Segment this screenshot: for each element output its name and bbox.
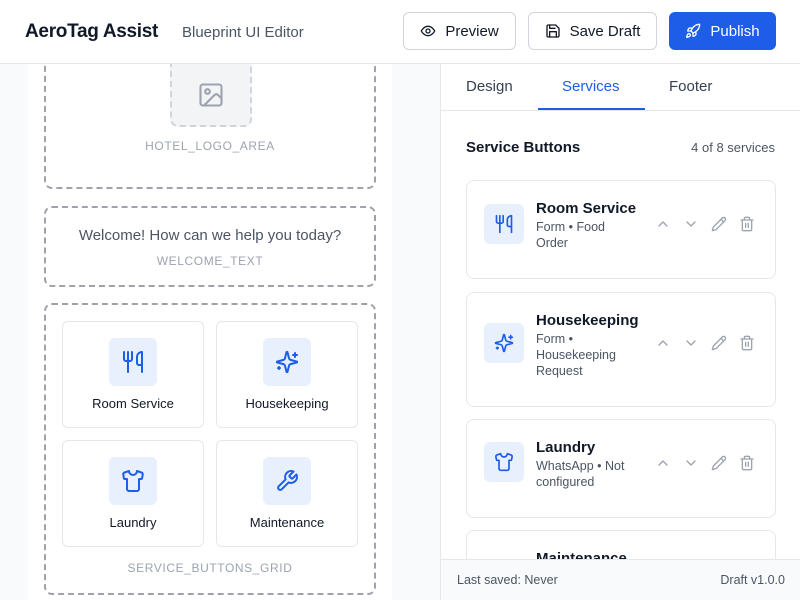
- service-tile-maintenance[interactable]: Maintenance: [216, 440, 358, 547]
- last-saved-status: Last saved: Never: [457, 573, 558, 587]
- utensils-icon: [123, 351, 143, 373]
- preview-button-label: Preview: [445, 22, 499, 40]
- section-title: Service Buttons: [466, 139, 581, 156]
- service-card-room-service[interactable]: Room Service Form • Food Order: [466, 180, 776, 279]
- properties-panel: Design Services Footer Service Buttons 4…: [440, 64, 800, 600]
- preview-button[interactable]: Preview: [403, 12, 516, 50]
- app-header: AeroTag Assist Blueprint UI Editor Previ…: [0, 0, 800, 64]
- trash-icon: [740, 335, 754, 351]
- move-up-button[interactable]: [655, 335, 671, 351]
- trash-icon: [740, 216, 754, 232]
- move-down-button[interactable]: [683, 455, 699, 471]
- wrench-icon: [277, 470, 298, 491]
- card-icon-bg: [484, 442, 524, 482]
- zone-label: WELCOME_TEXT: [156, 254, 264, 268]
- zone-label: HOTEL_LOGO_AREA: [145, 139, 275, 153]
- service-tile-laundry[interactable]: Laundry: [62, 440, 204, 547]
- sparkles-icon: [275, 350, 299, 374]
- chevron-up-icon: [658, 221, 668, 227]
- sparkles-icon: [494, 333, 514, 353]
- shirt-icon: [122, 470, 144, 492]
- eye-icon: [420, 25, 436, 37]
- tab-services[interactable]: Services: [562, 78, 620, 95]
- service-tile-room-service[interactable]: Room Service: [62, 321, 204, 428]
- tile-label: Maintenance: [249, 515, 325, 530]
- publish-button[interactable]: Publish: [669, 12, 776, 50]
- card-actions: [655, 335, 755, 351]
- shirt-icon: [495, 452, 513, 472]
- tile-icon-bg: [263, 457, 311, 505]
- card-actions: [655, 216, 755, 232]
- trash-icon: [740, 455, 754, 471]
- panel-tabs: Design Services Footer: [441, 64, 800, 111]
- card-icon-bg: [484, 323, 524, 363]
- save-icon: [545, 24, 560, 38]
- active-tab-indicator: [538, 108, 645, 110]
- welcome-text: Welcome! How can we help you today?: [78, 227, 342, 244]
- rocket-icon: [686, 23, 701, 38]
- service-card-laundry[interactable]: Laundry WhatsApp • Not configured: [466, 419, 776, 518]
- card-title: Housekeeping: [536, 312, 639, 329]
- pencil-icon: [711, 216, 727, 232]
- card-title: Laundry: [536, 439, 596, 456]
- delete-button[interactable]: [739, 455, 755, 471]
- service-card-housekeeping[interactable]: Housekeeping Form • Housekeeping Request: [466, 292, 776, 407]
- tab-design[interactable]: Design: [466, 78, 513, 95]
- card-title: Room Service: [536, 200, 637, 217]
- delete-button[interactable]: [739, 335, 755, 351]
- service-count: 4 of 8 services: [691, 140, 775, 155]
- version-label: Draft v1.0.0: [720, 573, 785, 587]
- edit-button[interactable]: [711, 335, 727, 351]
- logo-placeholder[interactable]: [170, 64, 252, 127]
- chevron-up-icon: [658, 460, 668, 466]
- card-actions: [655, 455, 755, 471]
- card-subtitle: Form • Housekeeping Request: [536, 332, 616, 378]
- card-subtitle: Form • Food Order: [536, 220, 605, 250]
- canvas-page: HOTEL_LOGO_AREA Welcome! How can we help…: [28, 64, 392, 600]
- card-icon-bg: [484, 204, 524, 244]
- pencil-icon: [711, 335, 727, 351]
- edit-button[interactable]: [711, 455, 727, 471]
- app-subtitle: Blueprint UI Editor: [182, 24, 304, 41]
- save-draft-button-label: Save Draft: [569, 22, 641, 40]
- move-up-button[interactable]: [655, 216, 671, 232]
- move-up-button[interactable]: [655, 455, 671, 471]
- service-tile-housekeeping[interactable]: Housekeeping: [216, 321, 358, 428]
- publish-button-label: Publish: [710, 22, 760, 40]
- edit-button[interactable]: [711, 216, 727, 232]
- tile-label: Laundry: [109, 515, 157, 530]
- card-subtitle: WhatsApp • Not configured: [536, 459, 625, 489]
- utensils-icon: [495, 214, 513, 234]
- image-icon: [199, 82, 223, 107]
- tile-label: Housekeeping: [245, 396, 329, 411]
- service-buttons-grid-zone[interactable]: Room Service Housekeeping Laundry Mainte…: [44, 303, 376, 595]
- tile-icon-bg: [109, 338, 157, 386]
- delete-button[interactable]: [739, 216, 755, 232]
- chevron-up-icon: [658, 340, 668, 346]
- chevron-down-icon: [686, 340, 696, 346]
- save-draft-button[interactable]: Save Draft: [528, 12, 657, 50]
- status-bar: Last saved: Never Draft v1.0.0: [441, 559, 800, 600]
- tab-footer[interactable]: Footer: [669, 78, 712, 95]
- tile-label: Room Service: [92, 396, 174, 411]
- chevron-down-icon: [686, 460, 696, 466]
- move-down-button[interactable]: [683, 335, 699, 351]
- blueprint-canvas: HOTEL_LOGO_AREA Welcome! How can we help…: [0, 64, 440, 600]
- hotel-logo-zone[interactable]: HOTEL_LOGO_AREA: [44, 64, 376, 189]
- tile-icon-bg: [109, 457, 157, 505]
- app-brand: AeroTag Assist: [25, 21, 159, 42]
- pencil-icon: [711, 455, 727, 471]
- welcome-text-zone[interactable]: Welcome! How can we help you today? WELC…: [44, 206, 376, 287]
- zone-label: SERVICE_BUTTONS_GRID: [127, 561, 293, 575]
- move-down-button[interactable]: [683, 216, 699, 232]
- tile-icon-bg: [263, 338, 311, 386]
- chevron-down-icon: [686, 221, 696, 227]
